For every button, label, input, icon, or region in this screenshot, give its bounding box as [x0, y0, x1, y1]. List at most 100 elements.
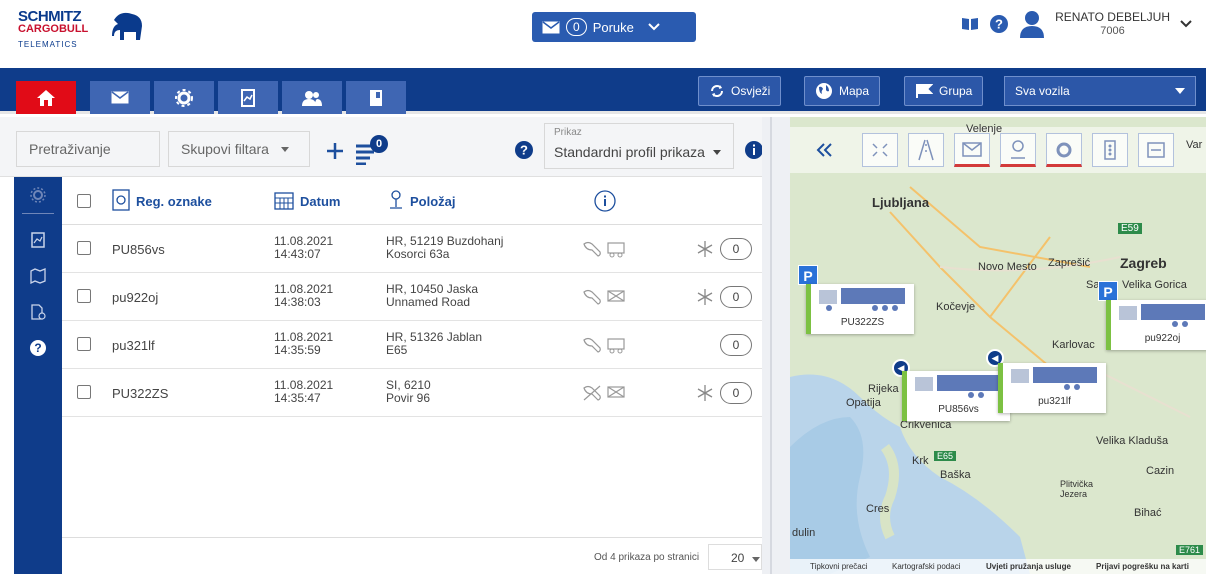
header-date[interactable]: Datum: [300, 194, 340, 209]
row-count: 0: [720, 382, 752, 404]
panel-resizer[interactable]: [762, 117, 790, 574]
top-bar: SCHMITZ CARGOBULL TELEMATICS 0 Poruke ? …: [0, 0, 1206, 68]
map-measure-button[interactable]: [1138, 133, 1174, 167]
table-row[interactable]: PU322ZS 11.08.2021 14:35:47 SI, 6210 Pov…: [62, 369, 768, 417]
map-fullscreen-button[interactable]: [862, 133, 898, 167]
header-plate[interactable]: Reg. oznake: [136, 194, 212, 209]
chevron-down-icon: [648, 23, 660, 31]
per-page-select[interactable]: 20: [708, 544, 762, 570]
row-checkbox[interactable]: [77, 289, 91, 303]
tab-settings[interactable]: [154, 81, 214, 114]
map-locations-button[interactable]: [1000, 133, 1036, 167]
place-label: Cazin: [1146, 465, 1175, 477]
calendar-icon: [274, 192, 294, 210]
row-checkbox[interactable]: [77, 385, 91, 399]
map-messages-button[interactable]: [954, 133, 990, 167]
tab-messages[interactable]: [90, 81, 150, 114]
view-label: Prikaz: [554, 127, 582, 138]
book-icon[interactable]: [961, 17, 979, 31]
tab-reports[interactable]: [218, 81, 278, 114]
table-row[interactable]: pu321lf 11.08.2021 14:35:59 HR, 51326 Ja…: [62, 321, 768, 369]
map-route-button[interactable]: [908, 133, 944, 167]
tab-home[interactable]: [16, 81, 76, 114]
file-export-icon: [31, 304, 46, 320]
location-pin-icon: [1011, 140, 1025, 159]
vehicle-select[interactable]: Sva vozila: [1004, 76, 1196, 106]
table-header: Reg. oznake Datum Položaj: [62, 177, 768, 225]
help-icon[interactable]: ?: [514, 140, 534, 160]
row-count: 0: [720, 334, 752, 356]
road-label: E59: [1118, 223, 1142, 234]
help-icon: ?: [30, 340, 46, 356]
map-report-link[interactable]: Prijavi pogrešku na karti: [1096, 562, 1189, 571]
help-icon[interactable]: ?: [989, 14, 1009, 34]
main-nav: Osvježi Mapa Grupa Sva vozila: [0, 68, 1206, 114]
place-label: Bihać: [1134, 507, 1162, 519]
group-button[interactable]: Grupa: [904, 76, 984, 106]
row-location-line2: Unnamed Road: [386, 295, 471, 309]
vehicle-marker-card[interactable]: pu922oj: [1106, 300, 1206, 350]
map-view[interactable]: Var Velenje Ljubljana E59 Novo Mesto Zap…: [790, 117, 1206, 574]
parking-marker[interactable]: P: [1098, 281, 1118, 301]
select-all-checkbox[interactable]: [77, 194, 91, 208]
search-input[interactable]: Pretraživanje: [16, 131, 160, 167]
vehicle-plate-label: PU322ZS: [840, 317, 885, 328]
place-label: Cres: [866, 503, 890, 515]
map-gear-button[interactable]: [1046, 133, 1082, 167]
refresh-label: Osvježi: [731, 84, 771, 98]
per-page-label: Od 4 prikaza po stranici: [594, 552, 700, 563]
trailer-status-icon: [583, 241, 625, 258]
vehicle-marker-card[interactable]: pu321lf: [998, 363, 1106, 413]
expand-icon: [872, 143, 888, 157]
vehicle-list-panel: Pretraživanje Skupovi filtara 0 ? Prikaz…: [0, 117, 775, 574]
per-page-value: 20: [731, 551, 745, 565]
row-checkbox[interactable]: [77, 241, 91, 255]
user-info[interactable]: RENATO DEBELJUH 7006: [1055, 10, 1170, 38]
messages-button[interactable]: 0 Poruke: [532, 12, 696, 42]
row-checkbox[interactable]: [77, 337, 91, 351]
sidebar-help[interactable]: ?: [14, 330, 62, 366]
sidebar-divider: [22, 213, 54, 214]
snowflake-icon: [697, 289, 713, 305]
sidebar-report[interactable]: [14, 222, 62, 258]
route-icon: [918, 139, 934, 161]
place-label: Karlovac: [1052, 339, 1095, 351]
view-profile-select[interactable]: Prikaz Standardni profil prikaza: [544, 123, 734, 169]
map-shortcuts-link[interactable]: Tipkovni prečaci: [810, 562, 868, 571]
parking-marker[interactable]: P: [798, 265, 818, 285]
refresh-button[interactable]: Osvježi: [698, 76, 782, 106]
chevron-down-icon[interactable]: [1180, 20, 1192, 28]
sidebar-export[interactable]: [14, 294, 62, 330]
map-button[interactable]: Mapa: [804, 76, 881, 106]
map-attribution: Tipkovni prečaci Kartografski podaci Uvj…: [790, 559, 1206, 574]
map-data-link[interactable]: Kartografski podaci: [892, 562, 960, 571]
map-icon: [30, 268, 46, 284]
header-location[interactable]: Položaj: [410, 194, 456, 209]
add-icon[interactable]: [326, 142, 344, 160]
row-location-line2: Povir 96: [386, 391, 431, 405]
sidebar-settings[interactable]: [14, 177, 62, 213]
filter-groups-select[interactable]: Skupovi filtara: [168, 131, 310, 167]
row-count: 0: [720, 238, 752, 260]
table-row[interactable]: pu922oj 11.08.2021 14:38:03 HR, 10450 Ja…: [62, 273, 768, 321]
collapse-left-icon[interactable]: [816, 143, 832, 157]
tab-logbook[interactable]: [346, 81, 406, 114]
map-traffic-button[interactable]: [1092, 133, 1128, 167]
table-row[interactable]: PU856vs 11.08.2021 14:43:07 HR, 51219 Bu…: [62, 225, 768, 273]
vehicle-marker-card[interactable]: PU856vs: [902, 371, 1010, 421]
user-id: 7006: [1100, 25, 1125, 37]
users-icon: [302, 90, 322, 106]
filter-list-button[interactable]: 0: [356, 135, 392, 167]
home-icon: [37, 89, 55, 106]
svg-text:?: ?: [995, 17, 1003, 32]
row-plate: pu321lf: [112, 338, 155, 353]
vehicle-marker-card[interactable]: PU322ZS: [806, 284, 914, 334]
tab-users[interactable]: [282, 81, 342, 114]
vehicle-plate-label: pu321lf: [1038, 396, 1071, 407]
gear-icon: [30, 187, 46, 203]
vehicle-table: Reg. oznake Datum Položaj PU856vs 11.08.…: [62, 177, 768, 417]
sidebar-map-report[interactable]: [14, 258, 62, 294]
place-label: Baška: [940, 469, 971, 481]
map-terms-link[interactable]: Uvjeti pružanja usluge: [986, 562, 1071, 571]
info-icon[interactable]: [744, 140, 764, 160]
